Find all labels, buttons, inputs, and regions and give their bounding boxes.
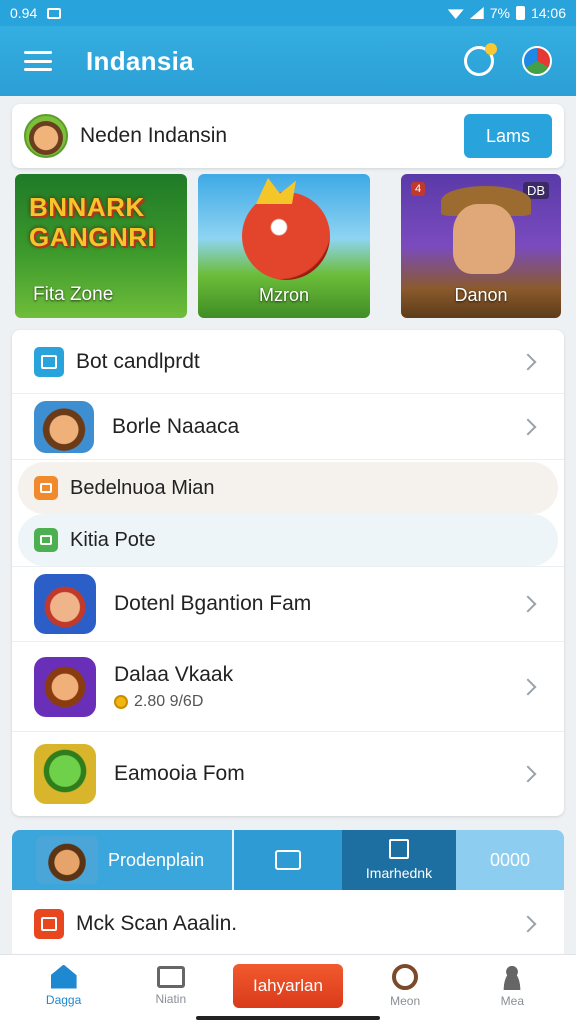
list-item[interactable]: Bedelnuoa Mian (18, 462, 558, 514)
tab-label: Imarhednk (365, 865, 433, 881)
circle-icon (392, 963, 419, 990)
app-title: Indansia (86, 45, 194, 76)
game-thumb-icon (34, 656, 96, 717)
status-left-value: 0.94 (10, 5, 38, 21)
list-item[interactable]: Borle Naaaca (12, 394, 564, 460)
chevron-right-icon (519, 915, 537, 933)
signal-icon (469, 7, 484, 19)
nav-cta-button[interactable]: Iahyarlan (232, 963, 343, 1008)
nav-meon[interactable]: Meon (360, 963, 450, 1008)
banner-caption: Mzron (258, 285, 309, 305)
chevron-right-icon (519, 353, 537, 370)
list-item[interactable]: Mck Scan Aaalin. (12, 890, 564, 958)
tab-prodenplain[interactable]: Prodenplain (12, 830, 232, 890)
banner-caption: Danon (454, 285, 508, 305)
list-item[interactable]: Dotenl Bgantion Fam (12, 566, 564, 642)
coin-icon (114, 694, 128, 709)
crown-icon (256, 178, 296, 204)
list-item-label: Dotenl Bgantion Fam (114, 592, 312, 615)
banner-headline: BNNARK GANGNRI (29, 192, 156, 252)
tab-label: 0000 (489, 849, 531, 870)
list-icon (34, 346, 64, 377)
menu-list: Bot candlprdt Borle Naaaca Bedelnuoa Mia… (12, 330, 564, 816)
game-thumb-icon (34, 574, 96, 634)
list-item-subvalue: 2.80 9/6D (114, 693, 233, 711)
banner-mzron[interactable]: Mzron (198, 174, 370, 318)
home-indicator (196, 1016, 380, 1020)
close-square-icon (34, 909, 64, 939)
square-icon (34, 476, 58, 500)
game-thumb-icon (34, 744, 96, 804)
list-item[interactable]: Eamooia Fom (12, 732, 564, 816)
wifi-icon (447, 9, 464, 19)
tab-chat[interactable] (232, 830, 342, 890)
nav-label: Niatin (155, 991, 187, 1006)
list-item-label: Eamooia Fom (114, 762, 245, 785)
chevron-right-icon (519, 765, 537, 783)
tab-imarhednk[interactable]: Imarhednk (342, 830, 456, 890)
nav-label: Mea (500, 993, 525, 1008)
nav-niatin[interactable]: Niatin (126, 965, 216, 1006)
notification-icon (47, 7, 62, 19)
status-clock: 14:06 (530, 5, 566, 21)
list-item-label: Kitia Pote (70, 528, 156, 551)
chevron-right-icon (519, 418, 537, 435)
tab-label: Prodenplain (108, 849, 205, 870)
refresh-icon[interactable] (464, 43, 497, 76)
banner-caption: Fita Zone (33, 284, 114, 305)
list-item-label: Bot candlprdt (76, 349, 200, 373)
bottom-nav: Dagga Niatin Iahyarlan Meon Mea (0, 954, 576, 1024)
list-item-label: Dalaa Vkaak (114, 662, 234, 686)
chat-icon (275, 850, 301, 870)
profile-name: Neden Indansin (80, 124, 228, 147)
list-item[interactable]: Bot candlprdt (12, 330, 564, 394)
list-item-label: Borle Naaaca (112, 414, 240, 438)
list-item[interactable]: Kitia Pote (18, 514, 558, 566)
grid-icon (156, 965, 185, 988)
clipboard-icon (389, 839, 409, 859)
game-thumb-icon (36, 836, 98, 884)
battery-icon (515, 6, 525, 20)
tab-bar: Prodenplain Imarhednk 0000 (12, 830, 564, 890)
nav-label: Dagga (45, 992, 82, 1007)
app-bar: Indansia (0, 26, 576, 96)
globe-icon[interactable] (522, 46, 552, 76)
nav-label: Meon (390, 993, 421, 1008)
battery-percent: 7% (489, 5, 510, 21)
home-icon (50, 964, 77, 989)
chevron-right-icon (519, 595, 537, 613)
character-illustration (242, 192, 330, 280)
user-icon (500, 963, 525, 990)
game-thumb-icon (34, 400, 94, 453)
tab-counter[interactable]: 0000 (456, 830, 564, 890)
nav-home[interactable]: Dagga (19, 964, 109, 1007)
chevron-right-icon (519, 678, 537, 695)
login-button[interactable]: Lams (464, 114, 552, 158)
list-item-label: Bedelnuoa Mian (70, 476, 215, 499)
banner-fita-zone[interactable]: BNNARK GANGNRI Fita Zone (15, 174, 187, 318)
check-square-icon (34, 528, 58, 552)
profile-card: Neden Indansin Lams (12, 104, 564, 168)
avatar[interactable] (24, 114, 68, 158)
status-bar: 0.94 7% 14:06 (0, 0, 576, 26)
nav-profile[interactable]: Mea (467, 963, 557, 1008)
list-item-label: Mck Scan Aaalin. (76, 912, 238, 935)
menu-icon[interactable] (24, 51, 52, 71)
banner-tag-left: 4 (411, 182, 426, 196)
banner-danon[interactable]: 4 DB Danon (401, 174, 561, 318)
character-illustration (453, 204, 515, 274)
list-item[interactable]: Dalaa Vkaak 2.80 9/6D (12, 642, 564, 732)
